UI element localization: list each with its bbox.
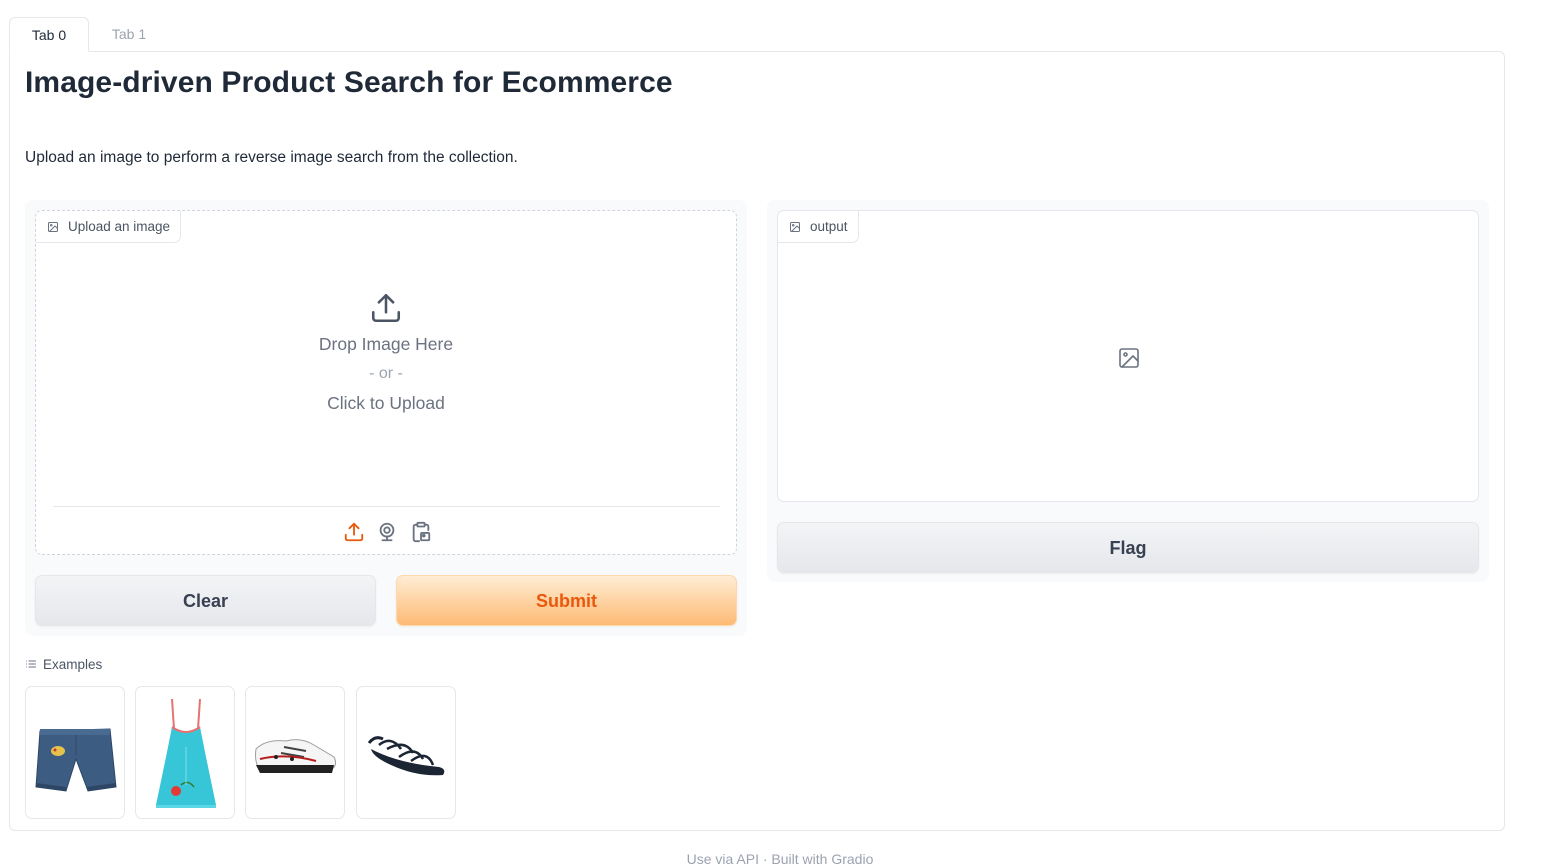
- submit-button[interactable]: Submit: [396, 575, 737, 626]
- tab-0[interactable]: Tab 0: [9, 17, 89, 52]
- example-white-sneaker[interactable]: [245, 686, 345, 819]
- denim-shorts-image: [35, 728, 117, 792]
- example-black-sandal[interactable]: [356, 686, 456, 819]
- white-sneaker-image: [255, 739, 337, 773]
- upload-divider: [53, 506, 720, 507]
- tab-1[interactable]: Tab 1: [89, 17, 169, 52]
- webcam-icon[interactable]: [376, 521, 398, 543]
- turquoise-dress-image: [156, 698, 216, 808]
- footer: Use via API · Built with Gradio: [686, 851, 874, 867]
- upload-source-icon[interactable]: [343, 521, 365, 543]
- examples-label-text: Examples: [43, 657, 103, 672]
- image-source-selector: [341, 521, 436, 543]
- drop-area[interactable]: Drop Image Here - or - Click to Upload: [36, 291, 736, 415]
- tab-bar: Tab 0 Tab 1: [9, 17, 1505, 52]
- click-to-upload-text: Click to Upload: [327, 393, 445, 413]
- examples-header: Examples: [25, 657, 102, 672]
- upload-image-label: Upload an image: [36, 211, 182, 243]
- image-icon: [790, 222, 800, 232]
- clipboard-icon[interactable]: [410, 521, 432, 543]
- output-image: output: [777, 210, 1479, 502]
- image-placeholder-icon: [1119, 348, 1139, 368]
- clear-button[interactable]: Clear: [35, 575, 376, 626]
- or-separator-text: - or -: [369, 365, 403, 382]
- output-label-text: output: [810, 219, 848, 234]
- flag-button[interactable]: Flag: [777, 522, 1479, 573]
- upload-image-label-text: Upload an image: [68, 219, 171, 234]
- page-title: Image-driven Product Search for Ecommerc…: [25, 66, 673, 99]
- list-icon: [26, 660, 36, 668]
- example-denim-shorts[interactable]: [25, 686, 125, 819]
- page-description: Upload an image to perform a reverse ima…: [25, 149, 518, 166]
- drop-image-text: Drop Image Here: [318, 334, 454, 354]
- upload-icon: [371, 293, 401, 323]
- image-icon: [48, 222, 58, 232]
- output-label: output: [778, 211, 859, 243]
- example-turquoise-dress[interactable]: [135, 686, 235, 819]
- image-upload-dropzone[interactable]: Upload an image Drop Image Here - or - C…: [35, 210, 737, 555]
- black-sandal-image: [367, 736, 445, 776]
